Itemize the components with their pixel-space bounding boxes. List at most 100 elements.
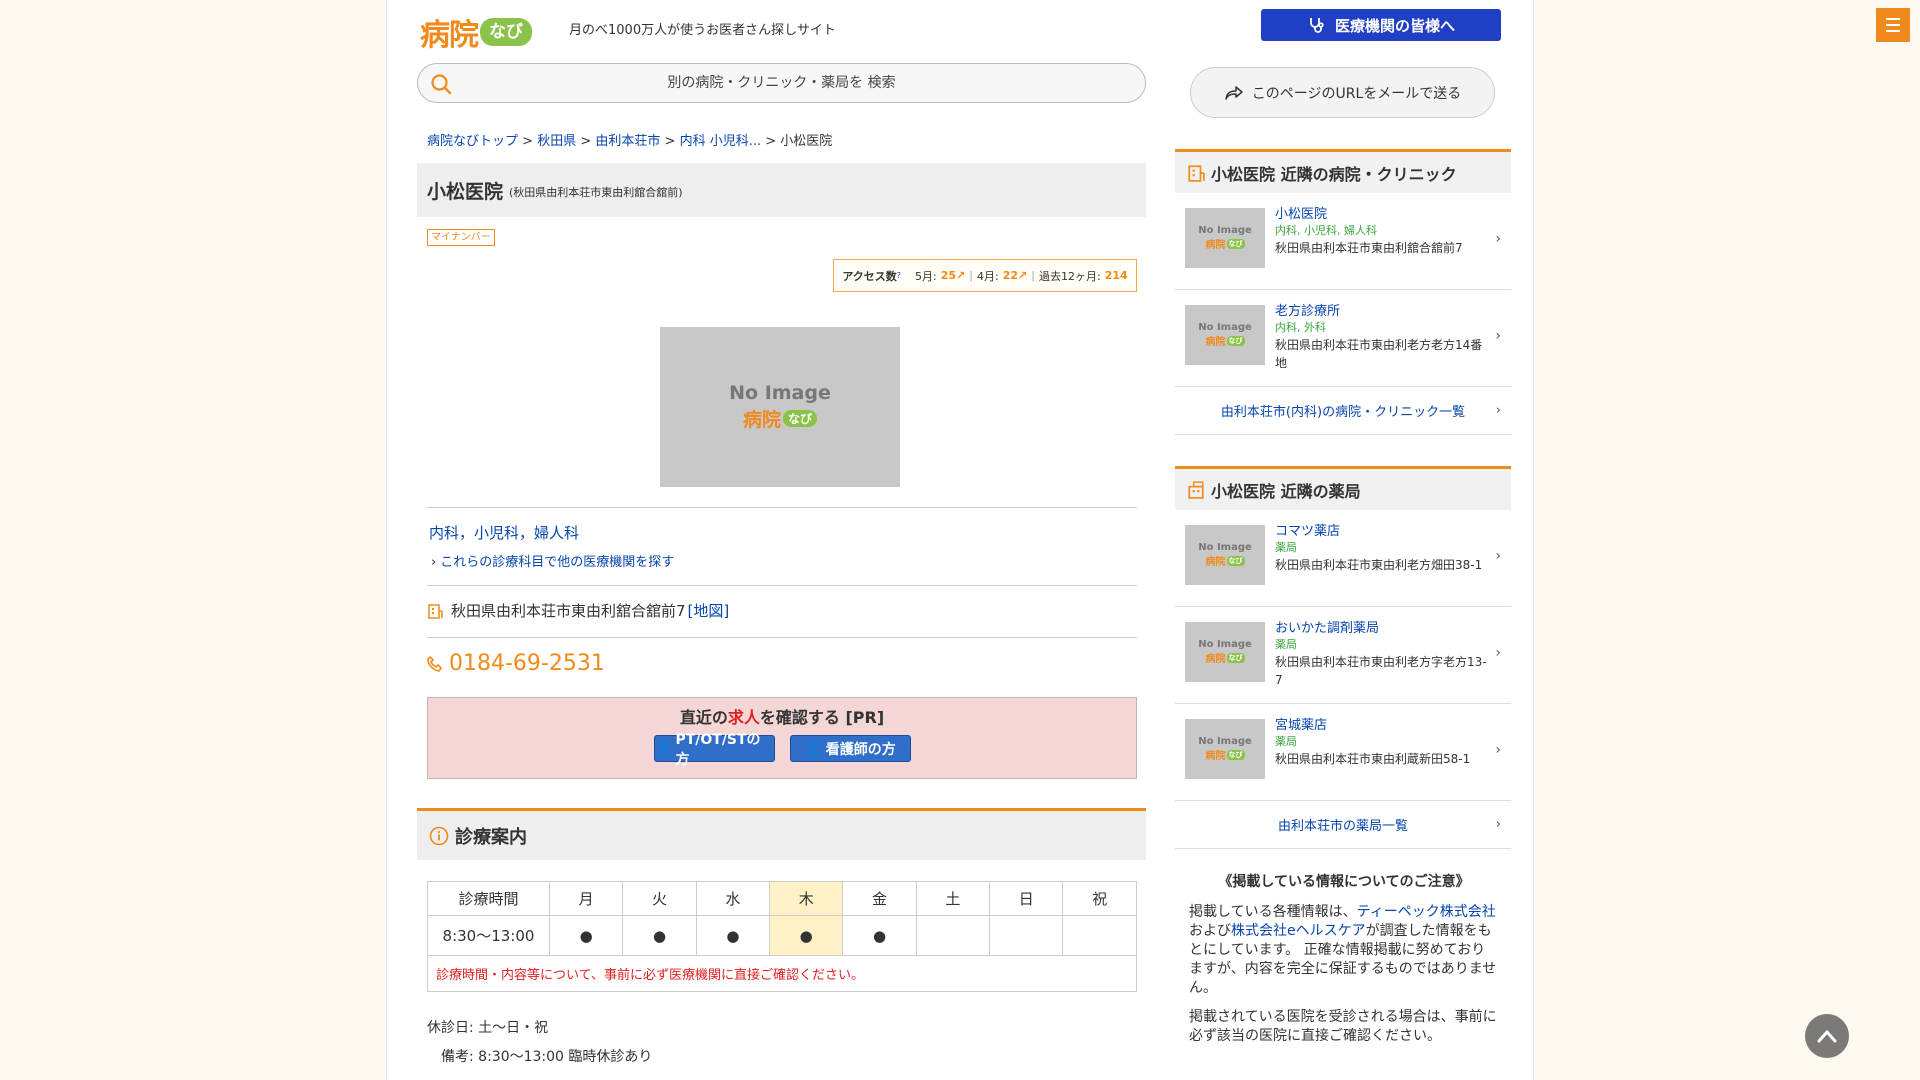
breadcrumb-separator: > xyxy=(576,134,596,149)
help-icon[interactable]: ? xyxy=(897,271,901,280)
access-count-box: アクセス数? 5月: 25 ↗ | 4月: 22 ↗ | 過去12ヶ月: 214 xyxy=(833,259,1137,292)
schedule-table: 診療時間 月 火 水 木 金 土 日 祝 8:30～13:00 ● ● ● ● … xyxy=(427,881,1137,992)
no-image-text: No Image xyxy=(1198,736,1252,747)
no-image-badge: なび xyxy=(1226,335,1245,346)
nurse-jobs-button[interactable]: 👤 看護師の方 xyxy=(790,735,911,762)
search-input[interactable] xyxy=(418,64,1145,102)
pharmacy-category: 薬局 xyxy=(1275,638,1297,651)
no-image-text: No Image xyxy=(1198,542,1252,553)
nearby-clinics-title: 小松医院 近隣の病院・クリニック xyxy=(1211,164,1457,184)
back-to-top-button[interactable] xyxy=(1805,1014,1849,1058)
no-image-thumbnail: No Image 病院 なび xyxy=(1185,525,1265,585)
job-pr-box: 直近の求人を確認する [PR] 👤 PT/OT/STの方 👤 看護師の方 xyxy=(427,697,1137,779)
chevron-right-icon: › xyxy=(431,555,437,570)
map-link[interactable]: [地図] xyxy=(688,600,730,621)
clinic-departments: 内科, 小児科, 婦人科 xyxy=(1275,224,1377,237)
no-image-badge: なび xyxy=(783,410,818,427)
access-may-value: 25 xyxy=(940,269,957,282)
schedule-header-cell: 水 xyxy=(695,881,771,916)
divider xyxy=(427,507,1137,508)
no-image-badge: なび xyxy=(1226,238,1245,249)
access-apr-value: 22 xyxy=(1002,269,1019,282)
pharmacy-name[interactable]: おいかた調剤薬局 xyxy=(1275,617,1379,636)
breadcrumb-top[interactable]: 病院なびトップ xyxy=(427,134,518,149)
no-image-thumbnail: No Image 病院 なび xyxy=(1185,719,1265,779)
medical-institutions-button[interactable]: 医療機関の皆様へ xyxy=(1261,9,1501,41)
hospital-header: 小松医院 (秋田県由利本荘市東由利舘合舘前) xyxy=(417,163,1146,217)
chevron-right-icon: › xyxy=(1495,817,1501,832)
breadcrumb-prefecture[interactable]: 秋田県 xyxy=(537,134,576,149)
ehealthcare-link[interactable]: 株式会社eヘルスケア xyxy=(1231,923,1366,939)
pr-title-pre: 直近の xyxy=(679,708,728,727)
hospital-name: 小松医院 xyxy=(427,180,504,203)
breadcrumb-separator: > xyxy=(660,134,680,149)
clinic-address: 秋田県由利本荘市東由利舘合舘前7 xyxy=(1275,241,1463,255)
search-by-departments-link[interactable]: › これらの診療科目で他の医療機関を探す xyxy=(431,551,674,570)
chevron-right-icon: › xyxy=(1495,403,1501,418)
person-icon: 👤 xyxy=(805,740,823,757)
pharmacy-address: 秋田県由利本荘市東由利蔵新田58-1 xyxy=(1275,752,1471,766)
nearby-clinics-header: 小松医院 近隣の病院・クリニック xyxy=(1175,149,1511,193)
no-image-brand: 病院 xyxy=(1205,557,1226,568)
site-logo[interactable]: 病院 なび xyxy=(420,10,532,54)
no-image-brand: 病院 xyxy=(1205,240,1226,251)
nearby-clinic-item[interactable]: No Image 病院 なび 老方診療所 内科, 外科 秋田県由利本荘市東由利老方老… xyxy=(1175,290,1511,387)
person-icon: 👤 xyxy=(655,740,673,757)
access-may-label: 5月: xyxy=(915,269,937,283)
schedule-note: 診療時間・内容等について、事前に必ず医療機関に直接ご確認ください。 xyxy=(427,955,1137,992)
schedule-header-row: 診療時間 月 火 水 木 金 土 日 祝 xyxy=(427,881,1137,916)
nearby-pharmacy-item[interactable]: No Image 病院 なび コマツ薬店 薬局 秋田県由利本荘市東由利老方畑田38-… xyxy=(1175,510,1511,607)
clinic-name[interactable]: 老方診療所 xyxy=(1275,300,1340,319)
nearby-pharmacies-title: 小松医院 近隣の薬局 xyxy=(1211,481,1361,501)
share-url-mail-button[interactable]: このページのURLをメールで送る xyxy=(1190,67,1495,118)
breadcrumb-separator: > xyxy=(518,134,538,149)
nearby-pharmacy-item[interactable]: No Image 病院 なび おいかた調剤薬局 薬局 秋田県由利本荘市東由利老方字老… xyxy=(1175,607,1511,704)
access-year-value: 214 xyxy=(1104,269,1128,282)
no-image-thumbnail: No Image 病院 なび xyxy=(1185,208,1265,268)
no-image-text: No Image xyxy=(1198,322,1252,333)
no-image-text: No Image xyxy=(729,382,831,404)
logo-badge: なび xyxy=(480,18,532,46)
no-image-brand: 病院 xyxy=(1205,337,1226,348)
clinic-name[interactable]: 小松医院 xyxy=(1275,203,1327,222)
nearby-pharmacies-header: 小松医院 近隣の薬局 xyxy=(1175,466,1511,510)
access-label: アクセス数 xyxy=(842,269,897,283)
hospital-departments[interactable]: 内科，小児科，婦人科 xyxy=(429,522,579,543)
building-icon xyxy=(1188,164,1205,182)
no-image-text: No Image xyxy=(1198,225,1252,236)
phone-icon xyxy=(427,655,442,672)
pharmacy-name[interactable]: コマツ薬店 xyxy=(1275,520,1340,539)
tpec-link[interactable]: ティーペック株式会社 xyxy=(1357,904,1496,920)
breadcrumb: 病院なびトップ > 秋田県 > 由利本荘市 > 内科 小児科... > 小松医院 xyxy=(427,130,832,149)
schedule-cell: ● xyxy=(622,915,697,956)
breadcrumb-departments[interactable]: 内科 小児科... xyxy=(680,134,762,149)
share-arrow-icon xyxy=(1225,85,1243,100)
menu-bar xyxy=(1886,30,1900,32)
schedule-section-header: 診療案内 xyxy=(417,808,1146,860)
address-text: 秋田県由利本荘市東由利舘合舘前7 xyxy=(451,602,686,620)
pt-ot-st-jobs-button[interactable]: 👤 PT/OT/STの方 xyxy=(654,732,775,768)
site-tagline: 月のべ1000万人が使うお医者さん探しサイト xyxy=(569,23,836,38)
breadcrumb-current: 小松医院 xyxy=(780,134,833,149)
notice-text: 掲載している各種情報は、 xyxy=(1189,904,1357,920)
search-bar[interactable] xyxy=(417,63,1146,103)
clinic-address: 秋田県由利本荘市東由利老方老方14番地 xyxy=(1275,338,1483,370)
schedule-cell xyxy=(989,915,1064,956)
schedule-cell: ● xyxy=(548,915,624,956)
pharmacy-icon xyxy=(1188,480,1204,499)
pharmacy-name[interactable]: 宮城薬店 xyxy=(1275,714,1327,733)
hospital-phone[interactable]: 0184-69-2531 xyxy=(427,651,605,676)
breadcrumb-city[interactable]: 由利本荘市 xyxy=(595,134,660,149)
clinics-list-link[interactable]: 由利本荘市(内科)の病院・クリニック一覧 › xyxy=(1175,387,1511,435)
no-image-badge: なび xyxy=(1226,749,1245,760)
pharmacies-list-link[interactable]: 由利本荘市の薬局一覧 › xyxy=(1175,801,1511,849)
logo-text: 病院 xyxy=(420,18,479,53)
nearby-clinic-item[interactable]: No Image 病院 なび 小松医院 内科, 小児科, 婦人科 秋田県由利本荘市東… xyxy=(1175,193,1511,290)
chevron-right-icon: › xyxy=(1495,231,1501,247)
info-notice: 《掲載している情報についてのご注意》 掲載している各種情報は、ティーペック株式会… xyxy=(1189,873,1499,1056)
hamburger-menu-button[interactable] xyxy=(1876,8,1910,42)
pharmacy-category: 薬局 xyxy=(1275,541,1297,554)
schedule-row: 8:30～13:00 ● ● ● ● ● xyxy=(427,915,1137,956)
nearby-pharmacy-item[interactable]: No Image 病院 なび 宮城薬店 薬局 秋田県由利本荘市東由利蔵新田58-1 … xyxy=(1175,704,1511,801)
job-pr-title: 直近の求人を確認する [PR] xyxy=(428,704,1136,728)
